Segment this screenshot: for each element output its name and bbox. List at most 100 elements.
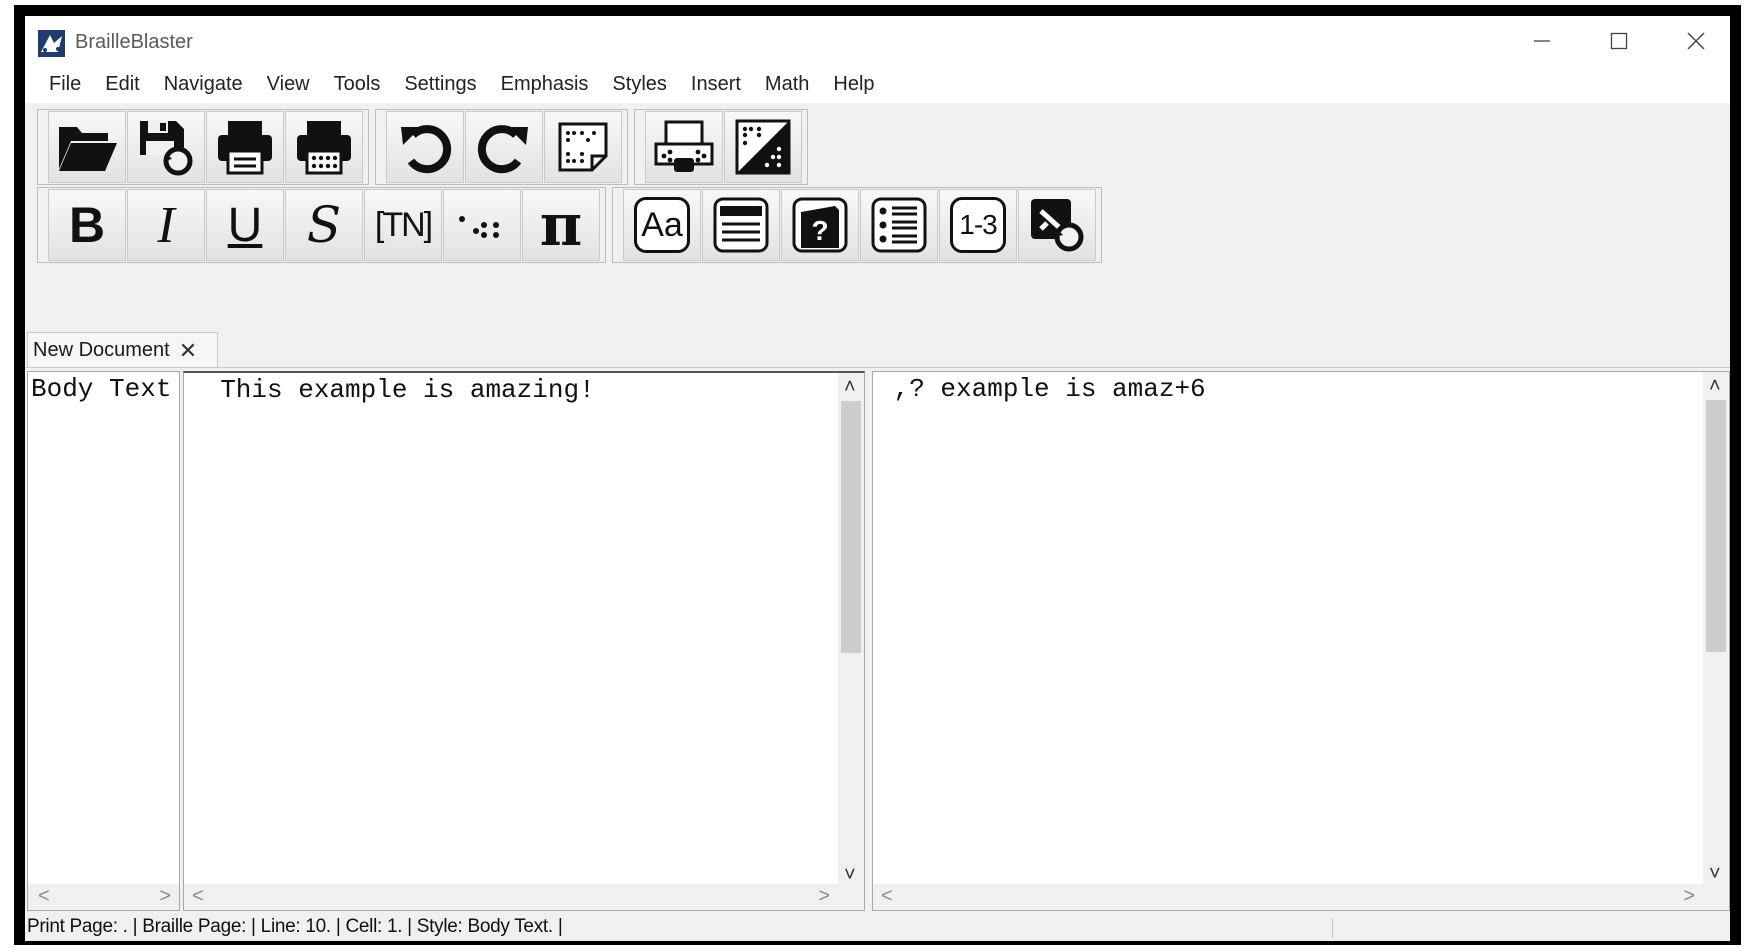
title-bar: BrailleBlaster	[25, 16, 1730, 65]
paragraph-style-icon	[713, 197, 769, 253]
braille-emphasis-button[interactable]	[443, 189, 521, 261]
minimize-icon	[1533, 39, 1550, 42]
pi-icon: π	[539, 191, 583, 259]
emboss-button[interactable]	[645, 111, 723, 183]
menu-view[interactable]: View	[255, 65, 322, 103]
script-button[interactable]: S	[285, 189, 363, 261]
style-edit-icon	[1031, 199, 1084, 252]
status-bar: Print Page: . | Braille Page: | Line: 10…	[25, 914, 1730, 941]
format-toolbar: B I U S [TN] π Aa ? 1-3	[37, 187, 1102, 263]
print-text-pane[interactable]: This example is amazing! ˄ ˅ < >	[183, 371, 865, 911]
print-pane-horizontal-scrollbar[interactable]: < >	[184, 884, 864, 910]
scroll-left-icon[interactable]: <	[38, 886, 50, 906]
window-title: BrailleBlaster	[75, 31, 193, 53]
scroll-left-icon[interactable]: <	[881, 886, 893, 906]
numbered-list-icon: 1-3	[950, 197, 1006, 253]
style-pane[interactable]: Body Text < >	[27, 371, 180, 911]
help-book-icon: ?	[792, 197, 848, 253]
svg-text:?: ?	[811, 215, 828, 246]
menu-settings[interactable]: Settings	[392, 65, 488, 103]
text-case-label: Aa	[641, 205, 683, 244]
transcriber-note-icon: [TN]	[374, 205, 433, 244]
scroll-right-icon[interactable]: >	[818, 886, 830, 906]
scroll-right-icon[interactable]: >	[1683, 886, 1695, 906]
close-icon	[1687, 32, 1704, 49]
translate-braille-button[interactable]	[724, 111, 802, 183]
redo-icon	[477, 125, 528, 174]
brailleblaster-logo-icon	[38, 30, 65, 57]
scroll-right-icon[interactable]: >	[159, 886, 171, 906]
style-edit-button[interactable]	[1018, 189, 1096, 261]
numbered-list-label: 1-3	[959, 209, 997, 240]
menu-file[interactable]: File	[37, 65, 93, 103]
bold-button[interactable]: B	[48, 189, 126, 261]
menu-edit[interactable]: Edit	[93, 65, 151, 103]
math-button[interactable]: π	[522, 189, 600, 261]
scroll-down-icon[interactable]: ˅	[844, 865, 856, 885]
embosser-icon	[654, 120, 714, 172]
menu-insert[interactable]: Insert	[679, 65, 753, 103]
styles-toolbar-group: Aa ? 1-3	[612, 187, 1102, 263]
menu-bar: File Edit Navigate View Tools Settings E…	[25, 65, 1730, 103]
emboss-toolbar-group	[634, 109, 808, 185]
menu-styles[interactable]: Styles	[600, 65, 678, 103]
style-pane-text: Body Text	[31, 374, 172, 404]
text-case-icon: Aa	[634, 197, 690, 253]
italic-button[interactable]: I	[127, 189, 205, 261]
file-toolbar-group	[37, 109, 369, 185]
print-text[interactable]: This example is amazing!	[189, 375, 594, 405]
numbered-list-button[interactable]: 1-3	[939, 189, 1017, 261]
redo-button[interactable]	[465, 111, 543, 183]
transcriber-note-button[interactable]: [TN]	[364, 189, 442, 261]
close-button[interactable]	[1657, 16, 1730, 65]
braille-text[interactable]: ,? example is amaz+6	[878, 374, 1206, 404]
tab-new-document[interactable]: New Document ✕	[27, 332, 218, 368]
tab-close-icon[interactable]: ✕	[179, 339, 197, 361]
braille-pane-horizontal-scrollbar[interactable]: < >	[873, 884, 1729, 910]
print-pane-scroll-thumb[interactable]	[841, 401, 861, 653]
maximize-button[interactable]	[1580, 16, 1657, 65]
braille-page-icon	[558, 122, 608, 172]
scroll-left-icon[interactable]: <	[192, 886, 204, 906]
maximize-icon	[1610, 32, 1627, 49]
scroll-up-icon[interactable]: ˄	[1709, 376, 1721, 396]
scroll-up-icon[interactable]: ˄	[844, 377, 856, 397]
paragraph-style-button[interactable]	[702, 189, 780, 261]
open-button[interactable]	[48, 111, 126, 183]
print-button[interactable]	[206, 111, 284, 183]
italic-icon: I	[157, 196, 175, 254]
menu-navigate[interactable]: Navigate	[152, 65, 255, 103]
braille-dots-icon	[459, 216, 499, 238]
menu-help[interactable]: Help	[821, 65, 886, 103]
save-as-button[interactable]	[127, 111, 205, 183]
braille-pane-vertical-scrollbar[interactable]: ˄ ˅	[1703, 372, 1729, 886]
app-window: BrailleBlaster File Edit Navigate View T…	[25, 16, 1730, 941]
emphasis-toolbar-group: B I U S [TN] π	[37, 187, 606, 263]
main-toolbar	[37, 109, 808, 185]
save-as-icon	[140, 121, 193, 176]
undo-button[interactable]	[386, 111, 464, 183]
minimize-button[interactable]	[1503, 16, 1580, 65]
script-icon: S	[306, 196, 342, 254]
braille-page-button[interactable]	[544, 111, 622, 183]
tab-label: New Document	[33, 339, 170, 361]
style-pane-horizontal-scrollbar[interactable]: < >	[28, 884, 179, 910]
braille-pane-scroll-thumb[interactable]	[1706, 400, 1726, 652]
help-style-button[interactable]: ?	[781, 189, 859, 261]
undo-icon	[401, 125, 452, 174]
scroll-down-icon[interactable]: ˅	[1709, 864, 1721, 884]
print-pane-vertical-scrollbar[interactable]: ˄ ˅	[838, 373, 864, 887]
braille-text-pane[interactable]: ,? example is amaz+6 ˄ ˅ < >	[872, 371, 1730, 911]
menu-math[interactable]: Math	[753, 65, 821, 103]
print-icon	[218, 121, 272, 175]
menu-emphasis[interactable]: Emphasis	[489, 65, 601, 103]
window-frame: BrailleBlaster File Edit Navigate View T…	[14, 5, 1741, 945]
bullet-list-button[interactable]	[860, 189, 938, 261]
text-case-button[interactable]: Aa	[623, 189, 701, 261]
tab-divider	[25, 367, 1730, 368]
status-text: Print Page: . | Braille Page: | Line: 10…	[27, 916, 563, 937]
braille-print-button[interactable]	[285, 111, 363, 183]
underline-icon: U	[227, 198, 263, 252]
menu-tools[interactable]: Tools	[322, 65, 393, 103]
underline-button[interactable]: U	[206, 189, 284, 261]
